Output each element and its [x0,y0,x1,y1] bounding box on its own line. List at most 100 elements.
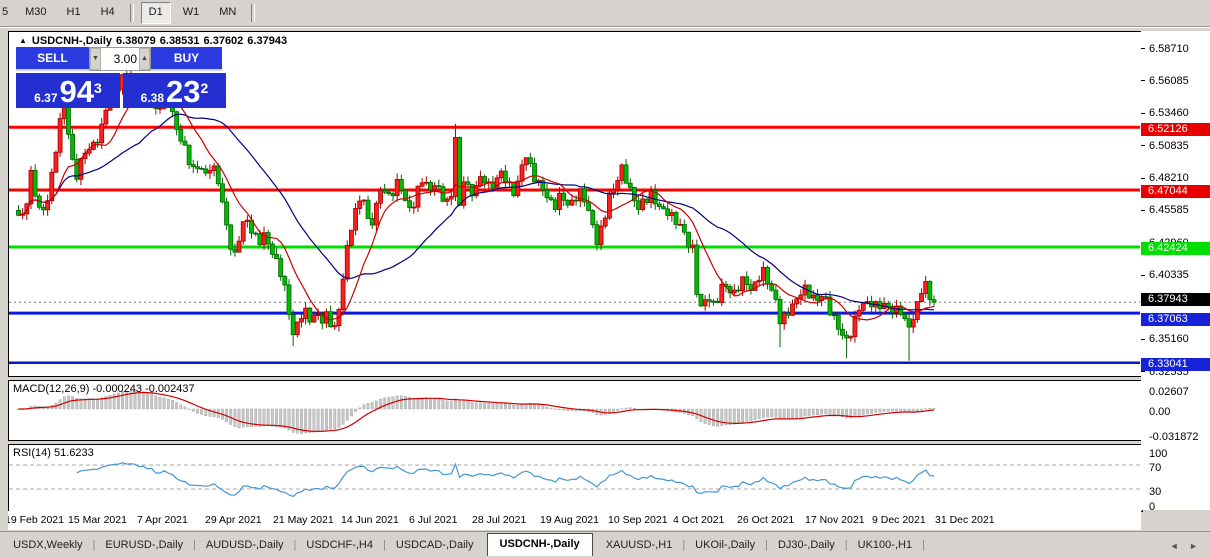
candle-body [565,199,571,206]
macd-bar [720,408,724,426]
candle-body [361,199,367,202]
price-badge: 6.37943 [1141,292,1210,306]
chart-tab-uk100-h1[interactable]: UK100-,H1 [848,535,922,556]
macd-indicator-panel[interactable]: MACD(12,26,9) -0.000243 -0.002437 [8,380,1143,441]
candle-body [740,276,745,292]
tab-scroll-arrows[interactable]: ◄ ► [1170,537,1210,556]
candle-body [369,218,375,226]
macd-bar [732,408,736,425]
candle-body [777,298,783,325]
macd-bar [233,408,237,427]
macd-bar [466,401,470,410]
macd-bar [312,408,316,433]
chart-tab-usdx-weekly[interactable]: USDX,Weekly [3,535,92,556]
candle-body [448,196,454,200]
candle-body [544,189,550,199]
candle-body [340,278,346,310]
price-scale-label: 6.56085 [1149,74,1189,87]
macd-bar [716,408,720,427]
candle-body [407,200,413,209]
price-scale-column[interactable]: 6.58710 6.56085 6.53460 6.50835 6.48210 6.455… [1141,31,1210,513]
candle-body [602,217,608,227]
main-price-panel[interactable]: ▲ USDCNH-,Daily 6.38079 6.38531 6.37602 6.379… [8,31,1143,377]
trading-platform-window: 5 M30 H1 H4 D1 W1 MN ▲ USDCNH-,Daily 6.38079 6.38… [0,0,1210,558]
chart-tab-dj30-daily[interactable]: DJ30-,Daily [768,535,845,556]
candle-body [199,167,205,170]
macd-bar [158,396,162,410]
candle-body [640,198,646,210]
macd-bar [162,397,166,410]
buy-price-pip: 2 [200,80,209,96]
macd-bar [495,403,499,410]
date-axis[interactable]: 19 Feb 2021 15 Mar 2021 7 Apr 2021 29 Apr 2… [8,511,1141,530]
chart-tab-usdcnh-daily[interactable]: USDCNH-,Daily [486,533,593,556]
chart-tab-usdchf-h4[interactable]: USDCHF-,H4 [296,535,383,556]
chart-tab-xauusd-h1[interactable]: XAUUSD-,H1 [596,535,683,556]
date-axis-label: 6 Jul 2021 [409,514,458,526]
chart-symbol-label: USDCNH-,Daily [31,35,112,47]
timeframe-button-w1[interactable]: W1 [174,2,208,24]
candle-body [561,192,567,201]
sell-button[interactable]: SELL [16,47,89,71]
macd-bar [175,402,179,410]
macd-bar [187,408,191,410]
macd-bar [329,408,333,430]
timeframe-toolbar: 5 M30 H1 H4 D1 W1 MN [0,0,1210,27]
macd-bar [441,399,445,410]
buy-price-prefix: 6.38 [140,91,165,105]
candle-body [303,307,309,319]
ohlc-high: 6.38531 [159,35,200,47]
chart-tab-eurusd-daily[interactable]: EURUSD-,Daily [95,535,193,556]
macd-bar [383,397,387,410]
candle-body [357,200,363,209]
macd-bar [262,408,266,427]
volume-increase-button[interactable]: ▲ [139,48,150,70]
candle-body [28,169,34,205]
candle-body [286,284,292,316]
candle-body [927,281,933,301]
candle-body [294,321,300,336]
candle-body [465,181,471,185]
macd-bar [899,408,903,412]
timeframe-button-d1[interactable]: D1 [140,2,171,24]
macd-bar [275,408,278,427]
sell-price-display[interactable]: 6.37 94 3 [16,73,120,108]
candle-body [157,107,163,110]
price-scale-label: 6.45585 [1149,204,1189,217]
candle-body [211,165,217,171]
macd-bar [358,407,362,410]
timeframe-button-h4[interactable]: H4 [92,2,123,24]
timeframe-button-h1[interactable]: H1 [58,2,89,24]
candle-body [178,129,184,142]
rsi-indicator-panel[interactable]: RSI(14) 51.6233 [8,444,1143,512]
candle-body [694,244,700,295]
candle-body [423,181,429,184]
macd-bar [612,408,615,413]
volume-input[interactable] [101,48,139,70]
collapse-triangle-icon[interactable]: ▲ [19,36,27,45]
candle-body [835,314,841,330]
buy-price-display[interactable]: 6.38 23 2 [123,73,226,108]
price-badge: 6.42424 [1141,242,1210,256]
timeframe-button-5[interactable]: 5 [0,2,14,24]
candle-body [99,123,105,144]
candle-body [665,208,671,216]
price-scale-tick [1141,209,1145,211]
macd-bar [778,408,782,419]
timeframe-button-mn[interactable]: MN [211,2,245,24]
price-badge: 6.47044 [1141,185,1210,199]
volume-decrease-button[interactable]: ▼ [90,48,101,70]
timeframe-button-m30[interactable]: M30 [17,2,55,24]
candle-body [457,137,463,206]
candle-body [315,314,321,316]
macd-bar [308,408,312,434]
macd-bar [545,406,549,410]
chart-tab-audusd-daily[interactable]: AUDUSD-,Daily [196,535,294,556]
chart-tab-usdcad-daily[interactable]: USDCAD-,Daily [386,535,484,556]
rsi-value: 51.6233 [53,447,94,459]
candle-body [823,296,829,298]
candle-body [656,203,662,208]
candle-body [557,192,562,210]
chart-tab-ukoil-daily[interactable]: UKOil-,Daily [685,535,765,556]
buy-button[interactable]: BUY [151,47,222,71]
